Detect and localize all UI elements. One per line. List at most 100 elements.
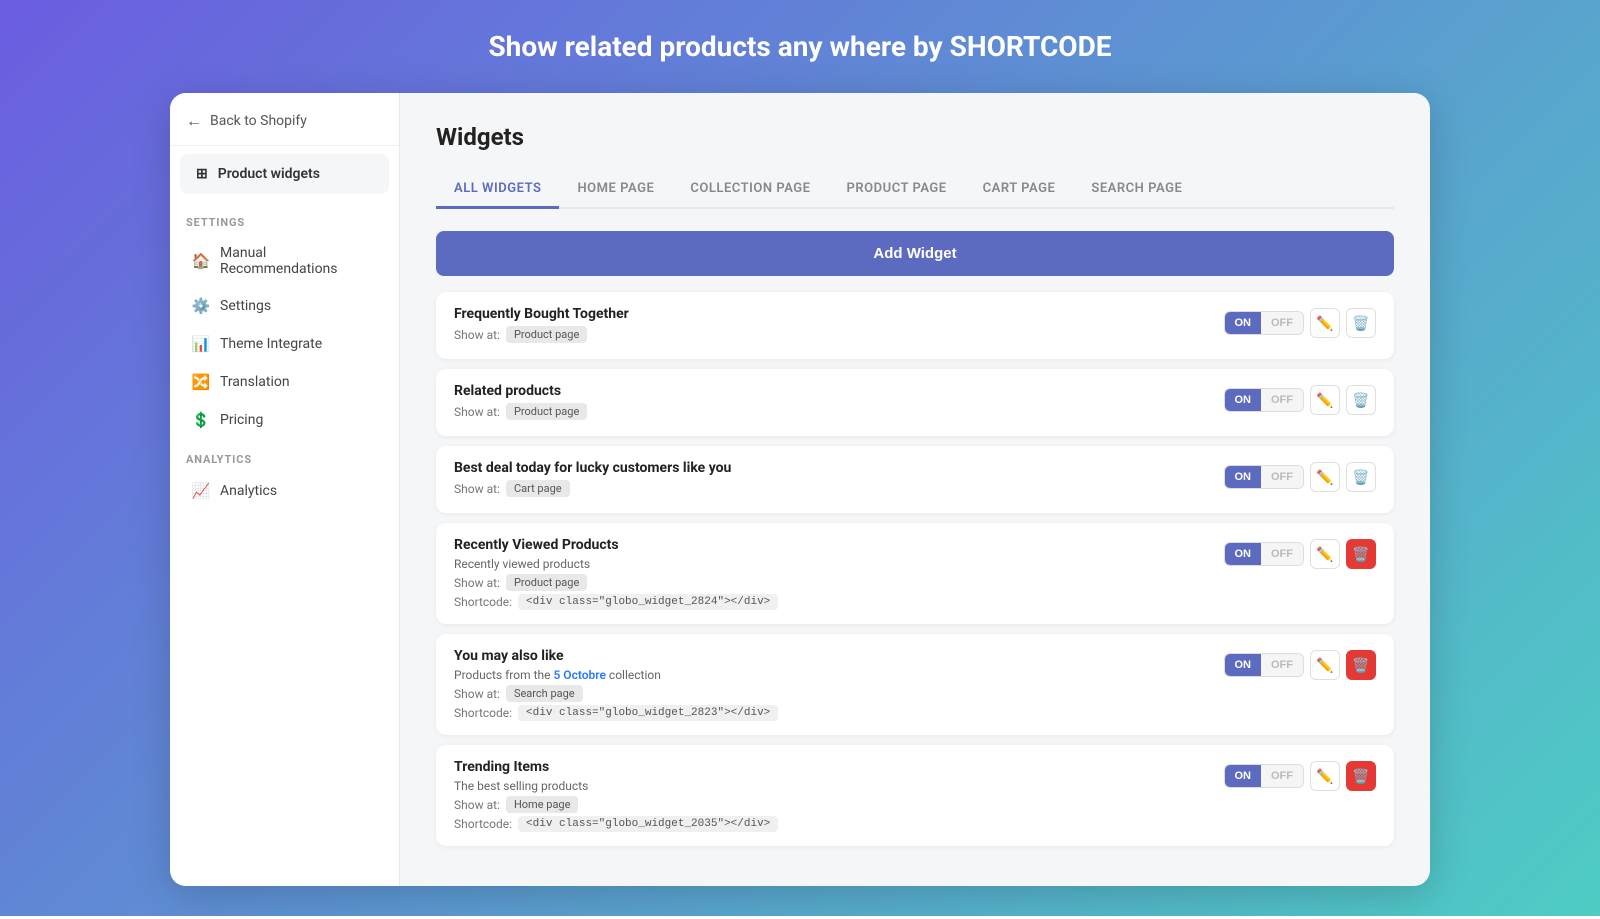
delete-button[interactable]: 🗑️ — [1346, 308, 1376, 338]
page-badge: Product page — [506, 574, 587, 591]
shortcode-line: Shortcode: <div class="globo_widget_2035… — [454, 816, 1224, 832]
widget-name: Frequently Bought Together — [454, 306, 1224, 322]
widget-show-at: Show at: Search page — [454, 685, 1224, 702]
widget-card-best-deal-today: Best deal today for lucky customers like… — [436, 446, 1394, 513]
tab-search-page[interactable]: SEARCH PAGE — [1073, 171, 1200, 209]
sidebar-item-label-theme-integrate: Theme Integrate — [220, 336, 322, 352]
widget-sub: Products from the 5 Octobre collection — [454, 668, 1224, 682]
shortcode-label: Shortcode: — [454, 595, 512, 609]
page-title: Show related products any where by SHORT… — [488, 30, 1111, 63]
widget-card-trending-items: Trending Items The best selling products… — [436, 745, 1394, 846]
toggle-off-button[interactable]: OFF — [1261, 312, 1303, 334]
widget-show-at: Show at: Product page — [454, 326, 1224, 343]
back-arrow-icon: ← — [186, 111, 202, 131]
toggle-on-button[interactable]: ON — [1225, 654, 1262, 676]
sidebar-item-theme-integrate[interactable]: 📊 Theme Integrate — [176, 326, 393, 362]
edit-button[interactable]: ✏️ — [1310, 385, 1340, 415]
tab-all-widgets[interactable]: ALL WIDGETS — [436, 171, 559, 209]
widget-name: Best deal today for lucky customers like… — [454, 460, 1224, 476]
delete-button[interactable]: 🗑️ — [1346, 385, 1376, 415]
analytics-section-label: ANALYTICS — [170, 439, 399, 472]
widget-name: Recently Viewed Products — [454, 537, 1224, 553]
sidebar-item-translation[interactable]: 🔀 Translation — [176, 364, 393, 400]
shortcode-value: <div class="globo_widget_2824"></div> — [518, 594, 778, 610]
sub-suffix: collection — [606, 668, 661, 682]
toggle-off-button[interactable]: OFF — [1261, 543, 1303, 565]
toggle-group: ON OFF — [1224, 388, 1305, 412]
toggle-on-button[interactable]: ON — [1225, 466, 1262, 488]
tab-collection-page[interactable]: COLLECTION PAGE — [672, 171, 828, 209]
sidebar-item-label-translation: Translation — [220, 374, 290, 390]
sub-link[interactable]: 5 Octobre — [553, 668, 605, 682]
widget-sub: Recently viewed products — [454, 557, 1224, 571]
edit-button[interactable]: ✏️ — [1310, 650, 1340, 680]
widget-name: You may also like — [454, 648, 1224, 664]
widget-controls: ON OFF ✏️ 🗑️ — [1224, 761, 1377, 791]
add-widget-button[interactable]: Add Widget — [436, 231, 1394, 276]
tab-cart-page[interactable]: CART PAGE — [965, 171, 1074, 209]
edit-button[interactable]: ✏️ — [1310, 761, 1340, 791]
widgets-title: Widgets — [436, 123, 1394, 151]
analytics-icon: 📈 — [192, 482, 210, 500]
sub-prefix: Products from the — [454, 668, 553, 682]
toggle-group: ON OFF — [1224, 764, 1305, 788]
widget-info: Frequently Bought Together Show at: Prod… — [454, 306, 1224, 345]
widget-info: Trending Items The best selling products… — [454, 759, 1224, 832]
back-to-shopify-label: Back to Shopify — [210, 113, 307, 129]
toggle-group: ON OFF — [1224, 465, 1305, 489]
shortcode-label: Shortcode: — [454, 706, 512, 720]
shortcode-value: <div class="globo_widget_2035"></div> — [518, 816, 778, 832]
page-badge: Product page — [506, 403, 587, 420]
tab-home-page[interactable]: HOME PAGE — [559, 171, 672, 209]
widget-info: Recently Viewed Products Recently viewed… — [454, 537, 1224, 610]
widget-card-you-may-also-like: You may also like Products from the 5 Oc… — [436, 634, 1394, 735]
toggle-on-button[interactable]: ON — [1225, 389, 1262, 411]
widget-info: You may also like Products from the 5 Oc… — [454, 648, 1224, 721]
toggle-off-button[interactable]: OFF — [1261, 765, 1303, 787]
widget-info: Related products Show at: Product page — [454, 383, 1224, 422]
sidebar-item-settings[interactable]: ⚙️ Settings — [176, 288, 393, 324]
product-widgets-label: Product widgets — [218, 166, 320, 182]
sidebar-item-label-manual-recommendations: Manual Recommendations — [220, 245, 377, 277]
sidebar-item-label-analytics: Analytics — [220, 483, 277, 499]
widget-card-related-products: Related products Show at: Product page O… — [436, 369, 1394, 436]
show-at-label: Show at: — [454, 576, 500, 590]
edit-button[interactable]: ✏️ — [1310, 462, 1340, 492]
translation-icon: 🔀 — [192, 373, 210, 391]
widget-show-at: Show at: Cart page — [454, 480, 1224, 497]
toggle-on-button[interactable]: ON — [1225, 312, 1262, 334]
sidebar-item-label-settings: Settings — [220, 298, 271, 314]
widget-controls: ON OFF ✏️ 🗑️ — [1224, 650, 1377, 680]
toggle-off-button[interactable]: OFF — [1261, 466, 1303, 488]
widget-info: Best deal today for lucky customers like… — [454, 460, 1224, 499]
show-at-label: Show at: — [454, 798, 500, 812]
delete-button[interactable]: 🗑️ — [1346, 761, 1376, 791]
delete-button[interactable]: 🗑️ — [1346, 650, 1376, 680]
edit-button[interactable]: ✏️ — [1310, 308, 1340, 338]
widget-show-at: Show at: Home page — [454, 796, 1224, 813]
product-widgets-icon: ⊞ — [196, 166, 208, 182]
back-to-shopify-link[interactable]: ← Back to Shopify — [170, 93, 399, 146]
toggle-off-button[interactable]: OFF — [1261, 389, 1303, 411]
widget-controls: ON OFF ✏️ 🗑️ — [1224, 539, 1377, 569]
toggle-on-button[interactable]: ON — [1225, 543, 1262, 565]
widget-name: Trending Items — [454, 759, 1224, 775]
show-at-label: Show at: — [454, 482, 500, 496]
delete-button[interactable]: 🗑️ — [1346, 462, 1376, 492]
toggle-group: ON OFF — [1224, 542, 1305, 566]
edit-button[interactable]: ✏️ — [1310, 539, 1340, 569]
sidebar-item-pricing[interactable]: 💲 Pricing — [176, 402, 393, 438]
product-widgets-item[interactable]: ⊞ Product widgets — [180, 154, 389, 194]
delete-button[interactable]: 🗑️ — [1346, 539, 1376, 569]
page-badge: Product page — [506, 326, 587, 343]
tab-product-page[interactable]: PRODUCT PAGE — [829, 171, 965, 209]
widget-sub: The best selling products — [454, 779, 1224, 793]
shortcode-line: Shortcode: <div class="globo_widget_2824… — [454, 594, 1224, 610]
widget-controls: ON OFF ✏️ 🗑️ — [1224, 308, 1377, 338]
toggle-off-button[interactable]: OFF — [1261, 654, 1303, 676]
sidebar-item-analytics[interactable]: 📈 Analytics — [176, 473, 393, 509]
sidebar-item-manual-recommendations[interactable]: 🏠 Manual Recommendations — [176, 236, 393, 286]
toggle-group: ON OFF — [1224, 311, 1305, 335]
toggle-on-button[interactable]: ON — [1225, 765, 1262, 787]
sidebar: ← Back to Shopify ⊞ Product widgets SETT… — [170, 93, 400, 886]
